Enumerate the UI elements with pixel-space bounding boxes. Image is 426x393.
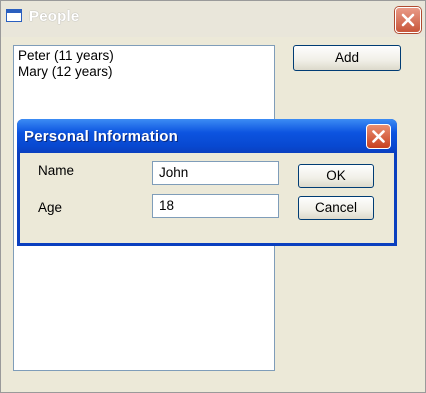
dialog-title-bar[interactable]: Personal Information <box>17 119 397 153</box>
ok-button[interactable]: OK <box>298 164 374 188</box>
list-item[interactable]: Peter (11 years) <box>14 48 274 64</box>
cancel-button[interactable]: Cancel <box>298 196 374 220</box>
add-button[interactable]: Add <box>293 45 401 71</box>
dialog-close-button[interactable] <box>366 124 391 149</box>
age-label: Age <box>38 200 63 215</box>
close-icon <box>401 13 415 27</box>
dialog-title: Personal Information <box>24 128 179 145</box>
list-item[interactable]: Mary (12 years) <box>14 64 274 80</box>
personal-information-dialog: Personal Information Name John Age 18 OK… <box>17 119 397 246</box>
name-label: Name <box>38 163 75 178</box>
window-icon <box>6 9 22 22</box>
window-close-button[interactable] <box>395 7 421 33</box>
dialog-body: Name John Age 18 OK Cancel <box>20 153 394 243</box>
age-field[interactable]: 18 <box>152 194 279 218</box>
window-title: People <box>29 8 80 25</box>
name-field[interactable]: John <box>152 161 279 185</box>
window-title-bar[interactable]: People <box>1 1 425 37</box>
close-icon <box>372 130 385 143</box>
